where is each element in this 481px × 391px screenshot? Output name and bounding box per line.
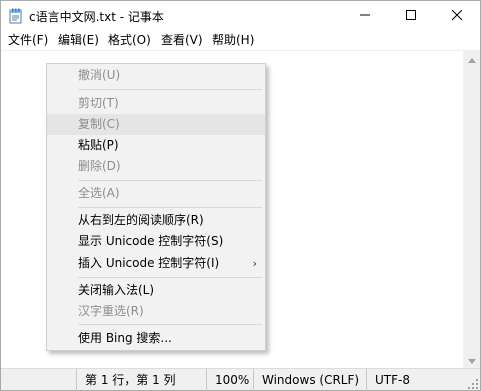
notepad-icon: [9, 8, 23, 24]
menu-format[interactable]: 格式(O): [106, 32, 153, 49]
minimize-icon: [360, 9, 370, 23]
context-rtl-reading-order[interactable]: 从右到左的阅读顺序(R): [47, 210, 265, 231]
close-icon: [451, 9, 463, 23]
menu-separator: [78, 324, 262, 325]
menu-separator: [78, 89, 262, 90]
menu-help[interactable]: 帮助(H): [210, 32, 256, 49]
size-grip-icon[interactable]: [468, 378, 478, 389]
context-select-all[interactable]: 全选(A): [47, 183, 265, 204]
menu-view[interactable]: 查看(V): [159, 32, 205, 49]
context-cut[interactable]: 剪切(T): [47, 93, 265, 114]
context-bing-search[interactable]: 使用 Bing 搜索...: [47, 328, 265, 349]
notepad-window: c语言中文网.txt - 记事本 文件(F) 编辑(E) 格式(O) 查看(V)…: [0, 0, 481, 391]
scroll-down-icon: [467, 353, 476, 367]
menu-separator: [78, 180, 262, 181]
scroll-up-icon: [467, 52, 476, 66]
minimize-button[interactable]: [342, 1, 388, 31]
menu-separator: [78, 207, 262, 208]
status-zoom: 100%: [206, 369, 249, 391]
status-position: 第 1 行，第 1 列: [76, 369, 176, 391]
title-bar[interactable]: c语言中文网.txt - 记事本: [1, 1, 480, 31]
status-line-ending: Windows (CRLF): [253, 369, 359, 391]
context-show-unicode-control[interactable]: 显示 Unicode 控制字符(S): [47, 231, 265, 252]
context-paste[interactable]: 粘贴(P): [47, 135, 265, 156]
context-menu: 撤消(U) 剪切(T) 复制(C) 粘贴(P) 删除(D) 全选(A) 从右到左…: [46, 63, 266, 351]
vertical-scrollbar[interactable]: [463, 50, 480, 368]
context-copy[interactable]: 复制(C): [47, 114, 265, 135]
scroll-down-button[interactable]: [463, 351, 480, 368]
context-delete[interactable]: 删除(D): [47, 156, 265, 177]
menu-bar: 文件(F) 编辑(E) 格式(O) 查看(V) 帮助(H): [1, 31, 480, 50]
context-undo[interactable]: 撤消(U): [47, 65, 265, 86]
context-insert-unicode-label: 插入 Unicode 控制字符(I): [78, 256, 220, 270]
scroll-up-button[interactable]: [463, 50, 480, 67]
maximize-icon: [406, 9, 416, 23]
context-close-ime[interactable]: 关闭输入法(L): [47, 280, 265, 301]
status-encoding: UTF-8: [366, 369, 410, 391]
window-title: c语言中文网.txt - 记事本: [29, 10, 164, 24]
context-reconversion[interactable]: 汉字重选(R): [47, 301, 265, 322]
menu-file[interactable]: 文件(F): [6, 32, 50, 49]
maximize-button[interactable]: [388, 1, 434, 31]
menu-separator: [78, 277, 262, 278]
menu-edit[interactable]: 编辑(E): [56, 32, 101, 49]
status-bar: 第 1 行，第 1 列 100% Windows (CRLF) UTF-8: [1, 368, 480, 391]
context-insert-unicode-control[interactable]: 插入 Unicode 控制字符(I) ›: [47, 253, 265, 274]
chevron-right-icon: ›: [252, 257, 257, 270]
close-button[interactable]: [434, 1, 480, 31]
